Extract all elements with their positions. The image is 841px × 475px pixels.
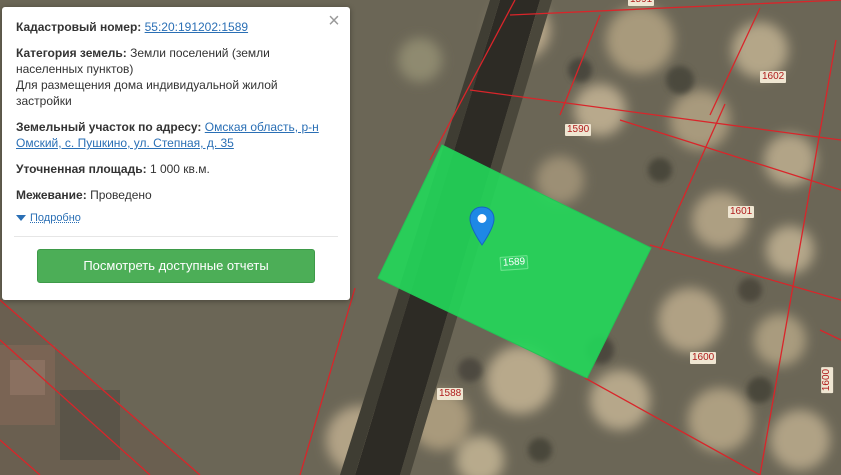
- address-link-part1[interactable]: Омская область, р-н: [205, 120, 319, 134]
- map-pin-icon[interactable]: [469, 206, 495, 246]
- area-row: Уточненная площадь: 1 000 кв.м.: [16, 161, 336, 177]
- parcel-info-popup: × Кадастровый номер: 55:20:191202:1589 К…: [2, 7, 350, 300]
- parcel-label: 1588: [437, 388, 464, 400]
- category-value-line1: Земли поселений (земли: [130, 46, 270, 60]
- parcel-label: 1600: [821, 366, 834, 394]
- view-reports-button[interactable]: Посмотреть доступные отчеты: [37, 249, 315, 283]
- cadastral-number-link[interactable]: 55:20:191202:1589: [145, 20, 248, 34]
- close-icon[interactable]: ×: [325, 11, 343, 31]
- category-row: Категория земель: Земли поселений (земли…: [16, 45, 336, 109]
- address-link-part2[interactable]: Омский, с. Пушкино, ул. Степная, д. 35: [16, 136, 234, 150]
- category-value-line2: населенных пунктов): [16, 62, 134, 76]
- address-label: Земельный участок по адресу:: [16, 120, 202, 134]
- survey-value: Проведено: [90, 188, 152, 202]
- purpose-line1: Для размещения дома индивидуальной жилой: [16, 78, 278, 92]
- triangle-down-icon: [16, 215, 26, 221]
- cadastral-label: Кадастровый номер:: [16, 20, 142, 34]
- address-row: Земельный участок по адресу: Омская обла…: [16, 119, 336, 151]
- selected-parcel-label: 1589: [499, 255, 529, 271]
- purpose-line2: застройки: [16, 94, 72, 108]
- parcel-label: 1590: [565, 124, 592, 136]
- category-label: Категория земель:: [16, 46, 127, 60]
- cadastral-number-row: Кадастровый номер: 55:20:191202:1589: [16, 19, 336, 35]
- parcel-label: 1601: [728, 206, 755, 218]
- area-value: 1 000 кв.м.: [149, 162, 210, 176]
- divider: [14, 236, 338, 237]
- details-link[interactable]: Подробно: [30, 212, 81, 224]
- details-toggle[interactable]: Подробно: [16, 212, 336, 224]
- parcel-label: 1591: [628, 0, 655, 6]
- parcel-label: 1600: [690, 352, 717, 364]
- area-label: Уточненная площадь:: [16, 162, 147, 176]
- parcel-label: 1602: [760, 71, 787, 83]
- survey-label: Межевание:: [16, 188, 87, 202]
- survey-row: Межевание: Проведено: [16, 187, 336, 203]
